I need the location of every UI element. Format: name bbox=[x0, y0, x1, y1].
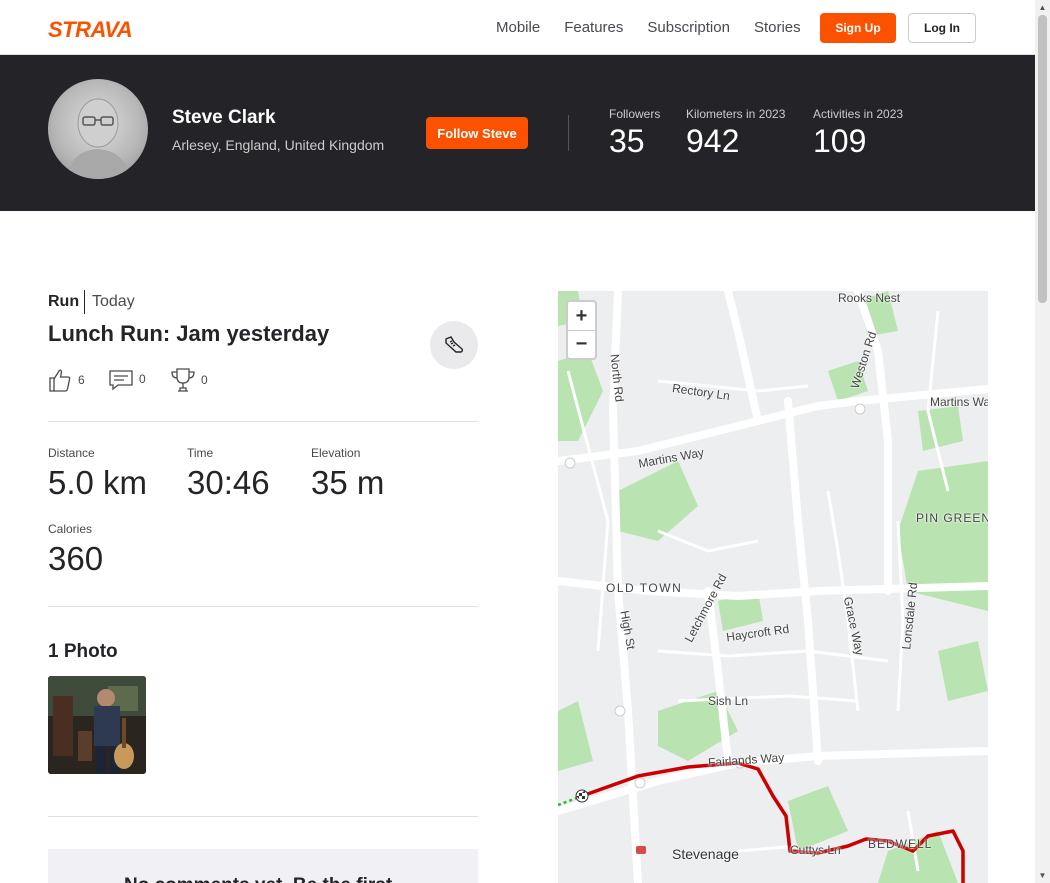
stat-value: 109 bbox=[813, 123, 867, 159]
comments-count: 0 bbox=[139, 372, 146, 386]
achievements-count: 0 bbox=[201, 373, 208, 387]
metric-label: Elevation bbox=[311, 446, 361, 460]
activity-photo[interactable] bbox=[48, 676, 146, 774]
stat-kilometers: Kilometers in 2023 942 bbox=[686, 107, 785, 160]
zoom-out-button[interactable]: − bbox=[568, 330, 595, 358]
metric-label: Calories bbox=[48, 522, 93, 536]
scroll-thumb[interactable] bbox=[1038, 15, 1047, 303]
follow-button[interactable]: Follow Steve bbox=[426, 117, 528, 149]
no-comments-text: No comments yet. Be the first bbox=[124, 875, 392, 883]
divider bbox=[568, 115, 569, 151]
stat-followers: Followers 35 bbox=[609, 107, 660, 160]
photos-heading: 1 Photo bbox=[48, 641, 118, 662]
kudos-count: 6 bbox=[78, 373, 85, 387]
stat-value: 942 bbox=[686, 123, 740, 159]
map-label: Sish Ln bbox=[708, 694, 749, 708]
map-label: Stevenage bbox=[672, 846, 739, 862]
kudos-button[interactable]: 6 bbox=[48, 367, 85, 393]
stat-label: Followers bbox=[609, 107, 661, 121]
map-label: PIN GREEN bbox=[916, 511, 988, 525]
athlete-location: Arlesey, England, United Kingdom bbox=[172, 137, 385, 153]
zoom-in-button[interactable]: + bbox=[568, 302, 595, 330]
sign-up-button[interactable]: Sign Up bbox=[820, 13, 896, 43]
athlete-banner: Steve Clark Arlesey, England, United Kin… bbox=[0, 55, 1035, 211]
avatar[interactable] bbox=[48, 79, 148, 179]
comments-panel: No comments yet. Be the first bbox=[48, 849, 478, 883]
map-zoom-control: + − bbox=[566, 300, 597, 360]
map-label: Cuttys Ln bbox=[790, 843, 841, 857]
achievements-button[interactable]: 0 bbox=[171, 367, 208, 393]
nav-link-mobile[interactable]: Mobile bbox=[484, 19, 552, 36]
comments-button[interactable]: 0 bbox=[109, 367, 146, 391]
stat-value: 35 bbox=[609, 123, 645, 159]
log-in-button[interactable]: Log In bbox=[908, 13, 976, 43]
scroll-down-arrow-icon[interactable]: ▼ bbox=[1035, 868, 1050, 883]
scroll-up-arrow-icon[interactable]: ▲ bbox=[1035, 0, 1050, 15]
divider bbox=[48, 606, 478, 607]
activity-type: Run bbox=[48, 293, 80, 310]
divider bbox=[84, 290, 85, 314]
map-label: BEDWELL bbox=[868, 837, 933, 851]
activity-map[interactable]: Rooks Nest Weston Rd North Rd Rectory Ln… bbox=[558, 291, 988, 883]
shoe-icon[interactable] bbox=[430, 321, 478, 369]
metric-calories: Calories 360 bbox=[48, 522, 103, 578]
map-label: Martins Wa bbox=[930, 395, 988, 409]
metric-value: 30:46 bbox=[187, 464, 270, 501]
stat-label: Activities in 2023 bbox=[813, 107, 904, 121]
top-navigation: STRAVA Mobile Features Subscription Stor… bbox=[0, 0, 1035, 55]
metric-value: 5.0 km bbox=[48, 464, 148, 501]
thumbs-up-icon bbox=[49, 369, 71, 392]
nav-links: Mobile Features Subscription Stories bbox=[484, 0, 813, 55]
nav-link-subscription[interactable]: Subscription bbox=[635, 19, 742, 36]
trophy-icon bbox=[171, 368, 195, 392]
metric-elevation: Elevation 35 m bbox=[311, 446, 384, 502]
map-label: OLD TOWN bbox=[606, 581, 683, 595]
nav-link-stories[interactable]: Stories bbox=[742, 19, 813, 36]
metric-label: Distance bbox=[48, 446, 95, 460]
metric-value: 360 bbox=[48, 540, 104, 577]
activity-date: Today bbox=[92, 293, 135, 310]
page-scrollbar[interactable]: ▲ ▼ bbox=[1035, 0, 1050, 883]
strava-logo[interactable]: STRAVA bbox=[48, 17, 133, 43]
metric-time: Time 30:46 bbox=[187, 446, 270, 502]
athlete-name[interactable]: Steve Clark bbox=[172, 107, 276, 129]
metric-distance: Distance 5.0 km bbox=[48, 446, 147, 502]
divider bbox=[48, 816, 478, 817]
nav-link-features[interactable]: Features bbox=[552, 19, 635, 36]
metric-label: Time bbox=[187, 446, 214, 460]
divider bbox=[48, 421, 478, 422]
stat-activities: Activities in 2023 109 bbox=[813, 107, 903, 160]
stat-label: Kilometers in 2023 bbox=[686, 107, 786, 121]
map-label: Rooks Nest bbox=[838, 291, 901, 305]
comment-icon bbox=[109, 370, 133, 391]
activity-title: Lunch Run: Jam yesterday bbox=[48, 321, 330, 346]
metric-value: 35 m bbox=[311, 464, 385, 501]
